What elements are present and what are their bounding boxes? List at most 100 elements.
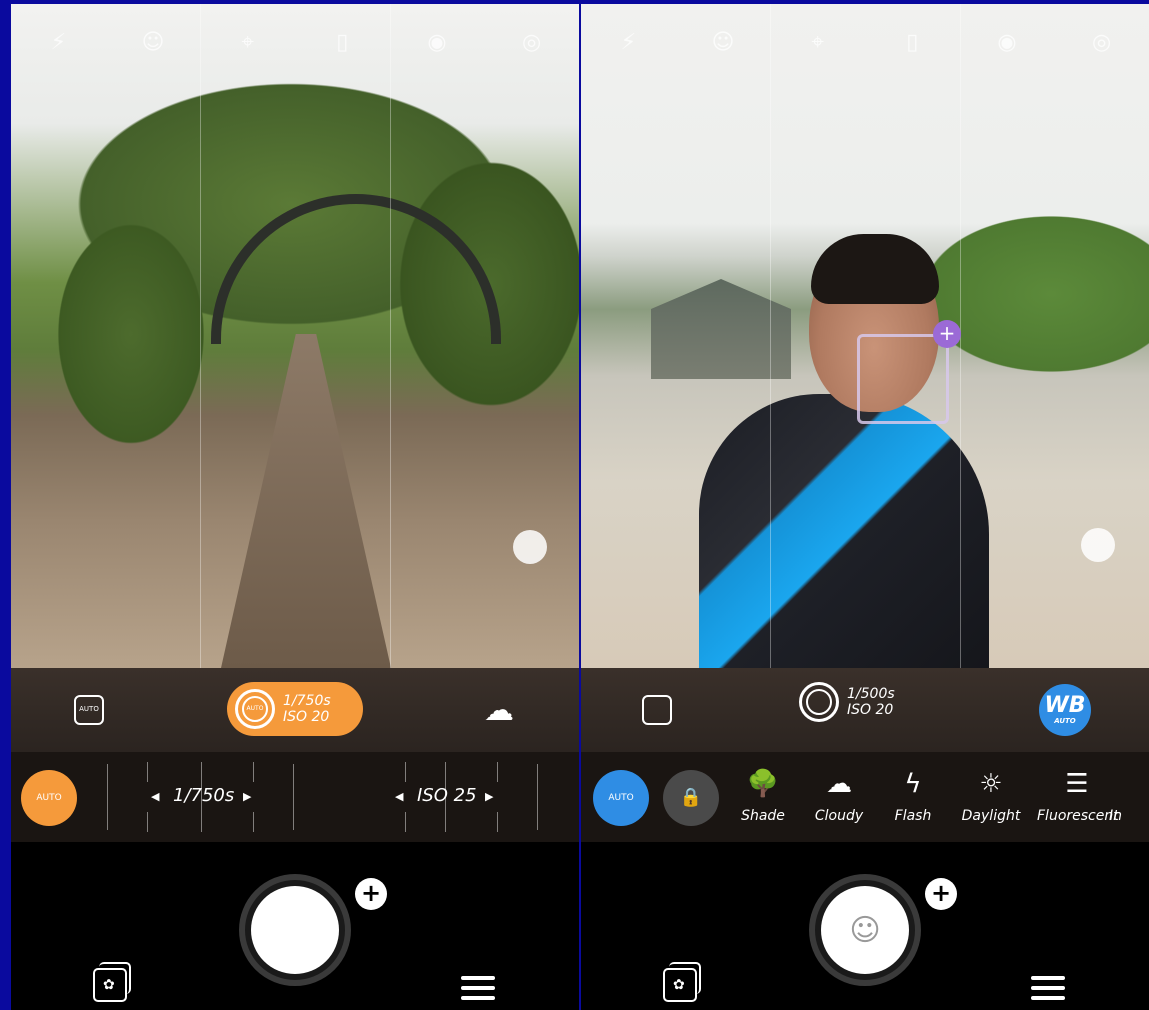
dial-tick (147, 762, 148, 782)
shutter-iso-readout[interactable]: 1/500s ISO 20 (799, 682, 895, 722)
face-detect-icon[interactable]: ⌖ (801, 25, 835, 59)
dial-tick (293, 764, 294, 830)
shutter-dial-value[interactable]: 1/750s (173, 785, 234, 806)
garden-path (221, 334, 391, 668)
wb-preset-label: Shade (741, 808, 785, 824)
camera-screen-right: ⚡ ☺ ⌖ ▯ ◉ ◎ + 1/500s ISO 20 WB AUTO AUTO… (581, 4, 1149, 1010)
selfie-mode-icon[interactable]: ☺ (706, 25, 740, 59)
dial-tick (537, 764, 538, 830)
mode-bar: 1/500s ISO 20 WB AUTO (581, 668, 1149, 752)
dial-tick (497, 812, 498, 832)
toggle-icon[interactable]: ◉ (420, 25, 454, 59)
gallery-icon[interactable]: ✿ (93, 962, 131, 1002)
camera-screen-left: ⚡ ☺ ⌖ ▯ ◉ ◎ AUTO AUTO 1/750s ISO 20 ☁ AU… (11, 4, 579, 1010)
wb-preset-label: In (1109, 808, 1123, 824)
grid-line (390, 4, 391, 668)
cloud-icon[interactable]: ☁ (479, 690, 519, 730)
wb-preset-flash[interactable]: ϟ Flash (873, 764, 953, 824)
iso-right-arrow[interactable]: ▶ (485, 790, 493, 803)
smile-icon: ☺ (821, 886, 909, 974)
camera-switch-icon[interactable]: ◎ (515, 25, 549, 59)
top-toolbar: ⚡ ☺ ⌖ ▯ ◉ ◎ (11, 22, 579, 62)
focus-mode-button[interactable]: AUTO (69, 690, 109, 730)
wb-preset-label: Flash (894, 808, 932, 824)
shutter-inner (251, 886, 339, 974)
add-button[interactable]: + (925, 878, 957, 910)
focus-mode-button[interactable] (637, 690, 677, 730)
aspect-ratio-icon[interactable]: ▯ (325, 25, 359, 59)
wb-sub-label: AUTO (1054, 717, 1076, 725)
fluorescent-bulb-icon: ☰ (1065, 769, 1089, 799)
flash-auto-icon[interactable]: ⚡ (611, 25, 645, 59)
shutter-iso-text: 1/500s ISO 20 (847, 686, 895, 718)
gallery-glyph: ✿ (673, 977, 685, 993)
wb-preset-label: Fluorescent (1037, 808, 1119, 824)
flash-icon: ϟ (904, 769, 922, 799)
gallery-icon[interactable]: ✿ (663, 962, 701, 1002)
shutter-right-arrow[interactable]: ▶ (243, 790, 251, 803)
top-toolbar: ⚡ ☺ ⌖ ▯ ◉ ◎ (581, 22, 1149, 62)
grid-line (200, 4, 201, 668)
shutter-button[interactable] (239, 874, 351, 986)
shutter-button[interactable]: ☺ (809, 874, 921, 986)
shade-tree-icon: 🌳 (746, 769, 780, 799)
dial-tick (253, 762, 254, 782)
lock-icon[interactable]: 🔒 (663, 770, 719, 826)
toggle-icon[interactable]: ◉ (990, 25, 1024, 59)
focus-plus-button[interactable]: + (933, 320, 961, 348)
add-button[interactable]: + (355, 878, 387, 910)
wb-preset-fluorescent[interactable]: ☰ Fluorescent (1037, 764, 1119, 824)
bottom-controls: + ✿ (11, 842, 579, 1010)
shutter-speed-value: 1/500s (847, 686, 895, 702)
bottom-controls: ☺ + ✿ (581, 842, 1149, 1010)
menu-icon[interactable] (461, 976, 495, 1000)
rose-arch (211, 194, 501, 344)
mode-bar: AUTO AUTO 1/750s ISO 20 ☁ (11, 668, 579, 752)
shutter-speed-value: 1/750s (283, 693, 331, 709)
person-jacket (699, 394, 989, 668)
aspect-ratio-icon[interactable]: ▯ (895, 25, 929, 59)
iso-left-arrow[interactable]: ◀ (395, 790, 403, 803)
selfie-mode-icon[interactable]: ☺ (136, 25, 170, 59)
shutter-iso-pill[interactable]: AUTO 1/750s ISO 20 (227, 682, 363, 736)
person-hair (811, 234, 939, 304)
manual-dial-bar: AUTO ◀ 1/750s ▶ ◀ ISO 25 ▶ (11, 752, 579, 842)
dial-tick (253, 812, 254, 832)
cloud-icon: ☁ (826, 769, 852, 799)
dial-tick (147, 812, 148, 832)
wb-preset-cloudy[interactable]: ☁ Cloudy (799, 764, 879, 824)
wb-preset-daylight[interactable]: ☼ Daylight (951, 764, 1031, 824)
aperture-icon: AUTO (235, 689, 275, 729)
flash-auto-icon[interactable]: ⚡ (41, 25, 75, 59)
wb-preset-label: Daylight (961, 808, 1021, 824)
focus-square-icon (642, 695, 672, 725)
white-balance-bar: AUTO 🔒 🌳 Shade ☁ Cloudy ϟ Flash ☼ Daylig… (581, 752, 1149, 842)
exposure-slider-knob[interactable] (513, 530, 547, 564)
shutter-iso-readout: 1/750s ISO 20 (283, 693, 331, 725)
menu-icon[interactable] (1031, 976, 1065, 1000)
iso-value: ISO 20 (283, 709, 330, 725)
aperture-inner (806, 689, 832, 715)
face-focus-box[interactable] (857, 334, 949, 424)
wb-preset-label: Cloudy (814, 808, 864, 824)
iso-dial-value[interactable]: ISO 25 (417, 785, 477, 806)
auto-button[interactable]: AUTO (21, 770, 77, 826)
aperture-icon (799, 682, 839, 722)
shutter-left-arrow[interactable]: ◀ (151, 790, 159, 803)
grid-line (770, 4, 771, 668)
gallery-glyph: ✿ (103, 977, 115, 993)
viewfinder-left[interactable]: ⚡ ☺ ⌖ ▯ ◉ ◎ (11, 4, 579, 668)
camera-switch-icon[interactable]: ◎ (1085, 25, 1119, 59)
auto-button[interactable]: AUTO (593, 770, 649, 826)
wb-preset-incandescent[interactable]: In (1109, 764, 1149, 824)
viewfinder-right[interactable]: ⚡ ☺ ⌖ ▯ ◉ ◎ + (581, 4, 1149, 668)
dial-tick (107, 764, 108, 830)
dial-tick (405, 812, 406, 832)
wb-preset-shade[interactable]: 🌳 Shade (723, 764, 803, 824)
white-balance-button[interactable]: WB AUTO (1039, 684, 1091, 736)
exposure-slider-knob[interactable] (1081, 528, 1115, 562)
sun-icon: ☼ (979, 769, 1003, 799)
face-detect-icon[interactable]: ⌖ (231, 25, 265, 59)
dial-tick (405, 762, 406, 782)
incandescent-icon (1109, 764, 1149, 804)
